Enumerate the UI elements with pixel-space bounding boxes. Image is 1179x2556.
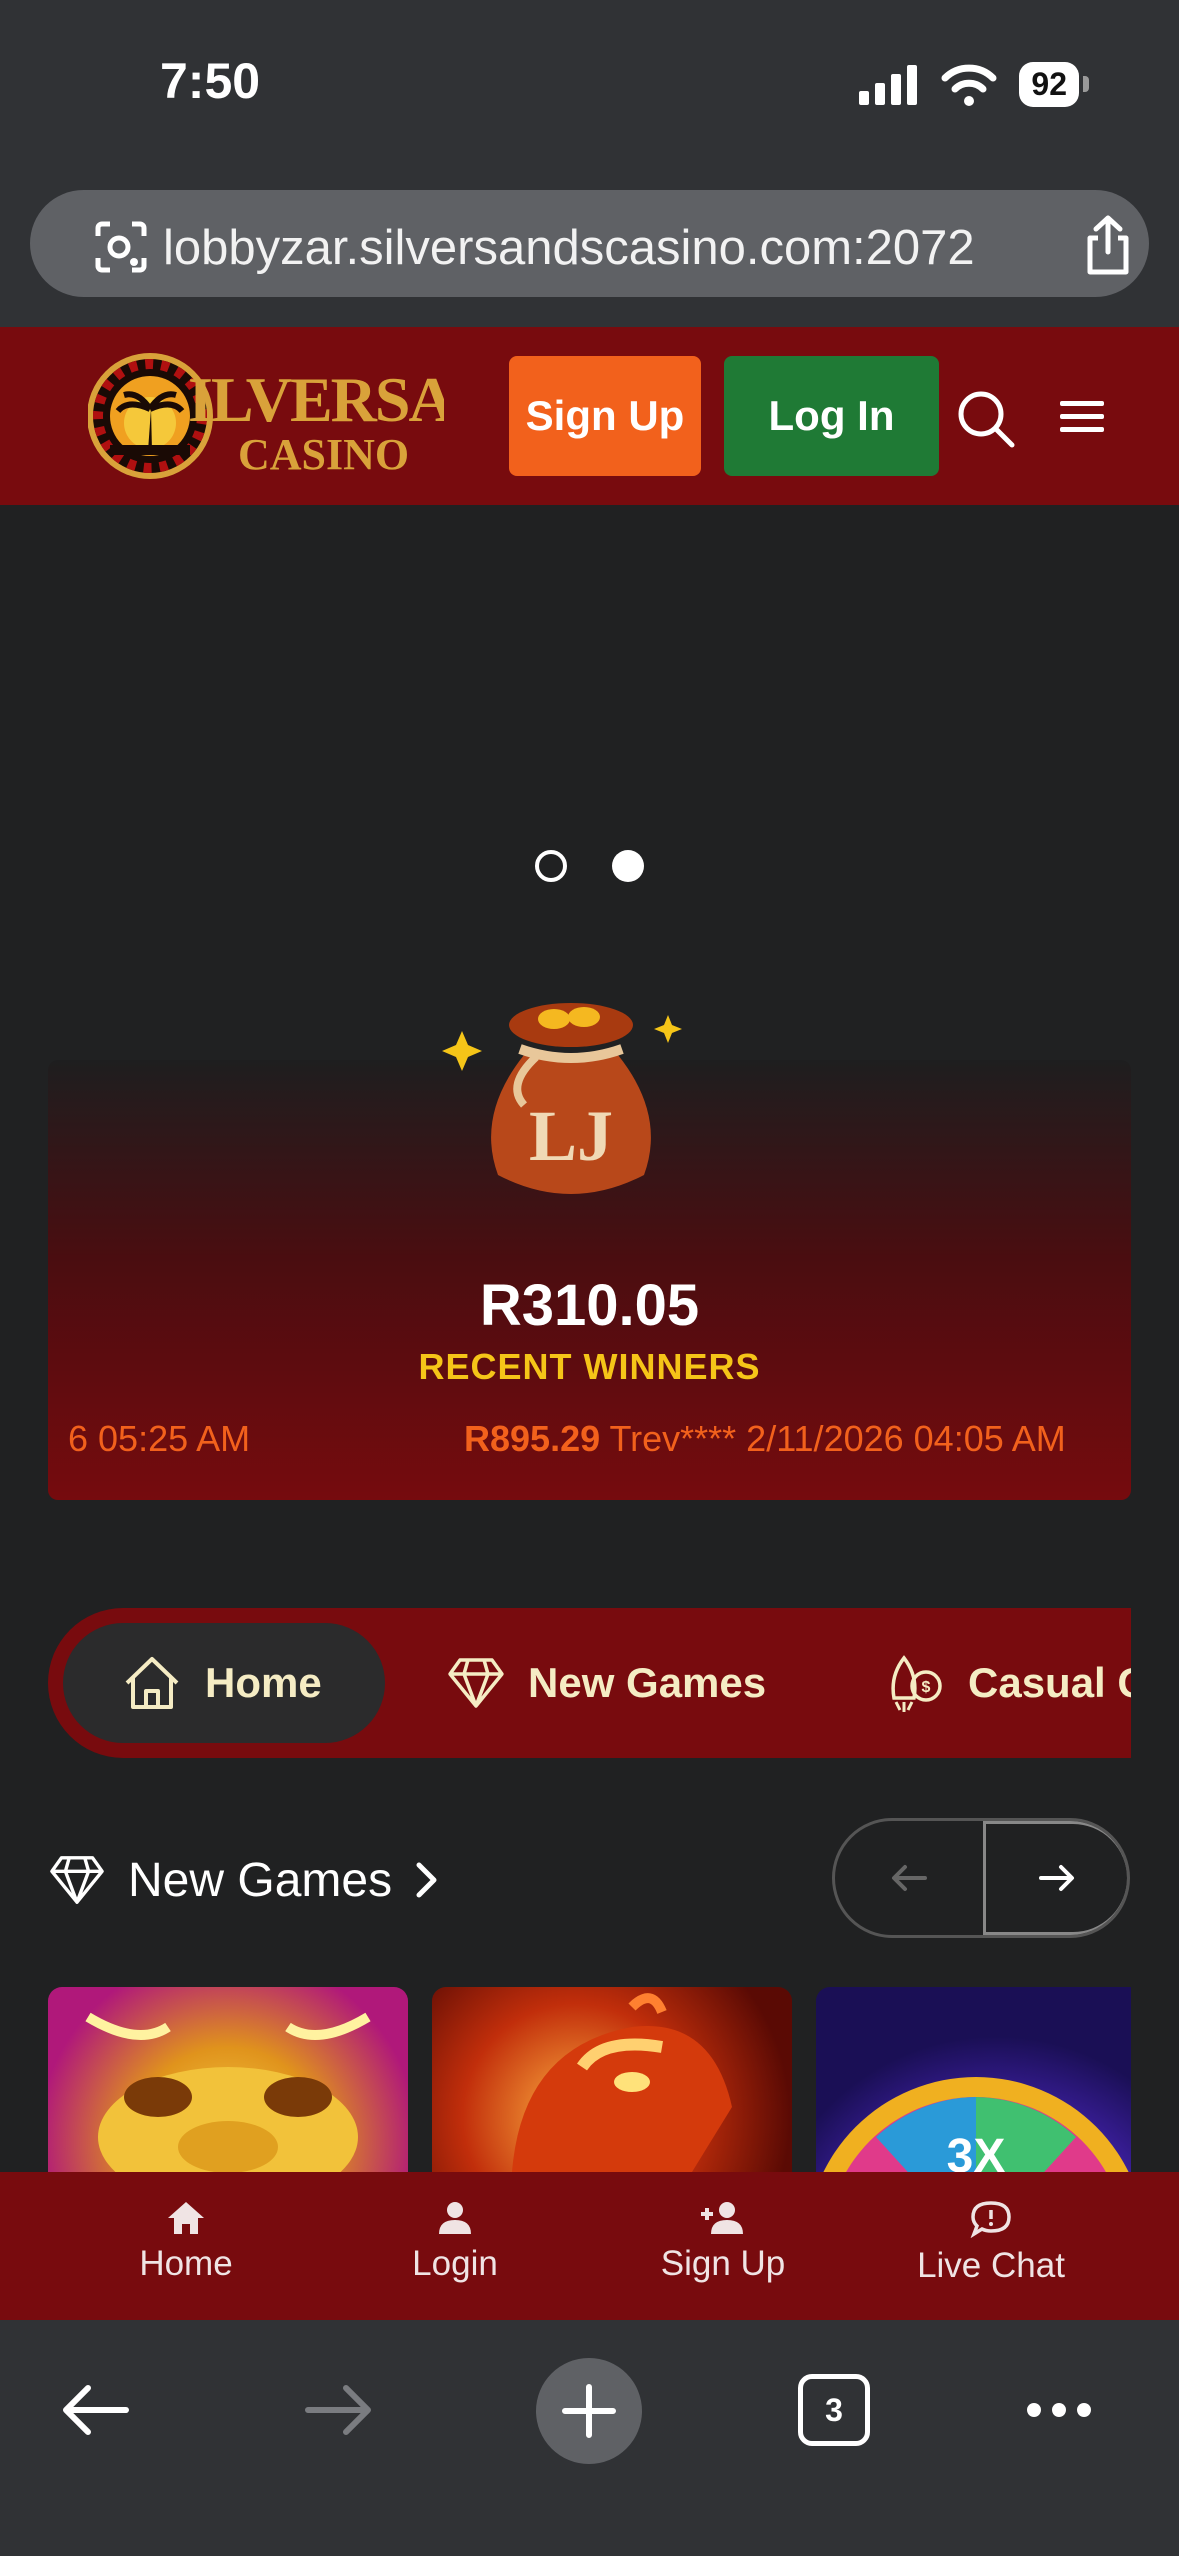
- new-games-list: 3X: [48, 1987, 1131, 2172]
- carousel-dot-2-active[interactable]: [612, 850, 644, 882]
- category-tabs: Home New Games $ Casual G: [48, 1608, 1131, 1758]
- winner-amount: R310.05: [479, 1273, 700, 1338]
- chat-bubble-icon: [970, 2201, 1011, 2238]
- tab-new-games-label: New Games: [528, 1659, 767, 1706]
- game-tile[interactable]: 3X: [816, 1987, 1131, 2172]
- add-user-icon: [701, 2202, 743, 2234]
- diamond-icon: [50, 1856, 104, 1904]
- signup-button[interactable]: Sign Up: [509, 356, 701, 476]
- next-button[interactable]: [983, 1821, 1127, 1935]
- carousel-dot-1[interactable]: [535, 850, 567, 882]
- status-icons: 92: [859, 62, 1089, 107]
- arrow-right-icon: [1038, 1865, 1074, 1891]
- wifi-icon: [941, 64, 997, 106]
- signal-icon: [859, 64, 918, 105]
- status-bar: 7:50 92: [0, 0, 1179, 175]
- diamond-icon: [448, 1658, 504, 1708]
- rocket-coin-icon: $: [891, 1655, 942, 1712]
- url-text[interactable]: lobbyzar.silversandscasino.com:2072: [163, 220, 975, 276]
- golden-dragon-art: [85, 2012, 371, 2172]
- status-time: 7:50: [160, 53, 261, 109]
- new-tab-button[interactable]: [536, 2358, 642, 2464]
- battery-indicator: 92: [1019, 62, 1089, 107]
- chevron-right-icon[interactable]: [414, 1860, 440, 1900]
- site-bottom-nav: Home Login Sign Up Live Chat: [0, 2172, 1179, 2320]
- svg-text:$: $: [922, 1679, 931, 1696]
- previous-button[interactable]: [835, 1821, 983, 1935]
- share-icon[interactable]: [1080, 214, 1136, 276]
- nav-login-label: Login: [412, 2244, 498, 2283]
- svg-text:ILVERSANDS: ILVERSANDS: [188, 364, 444, 435]
- forward-arrow-icon[interactable]: [304, 2382, 376, 2438]
- game-tile[interactable]: [432, 1987, 792, 2172]
- site-header: ILVERSANDS CASINO Sign Up Log In: [0, 327, 1179, 505]
- url-bar[interactable]: lobbyzar.silversandscasino.com:2072: [30, 190, 1149, 297]
- tab-casual-games[interactable]: $ Casual G: [884, 1623, 1131, 1743]
- nav-home[interactable]: Home: [61, 2200, 311, 2284]
- hamburger-menu-icon[interactable]: [1058, 397, 1108, 437]
- ticker-entry: R895.29 Trev**** 2/11/2026 04:05 AM: [464, 1418, 1066, 1460]
- winners-ticker: 6 05:25 AM R895.29 Trev**** 2/11/2026 04…: [68, 1418, 1128, 1468]
- svg-text:CASINO: CASINO: [238, 430, 409, 479]
- tab-new-games[interactable]: New Games: [446, 1623, 766, 1743]
- tab-home[interactable]: Home: [63, 1623, 385, 1743]
- tab-home-label: Home: [205, 1659, 322, 1706]
- game-tile[interactable]: [48, 1987, 408, 2172]
- nav-signup[interactable]: Sign Up: [598, 2200, 848, 2284]
- user-icon: [439, 2202, 471, 2234]
- recent-winners-label: RECENT WINNERS: [418, 1346, 761, 1387]
- silversands-logo[interactable]: ILVERSANDS CASINO: [88, 351, 444, 481]
- nav-login[interactable]: Login: [330, 2200, 580, 2284]
- nav-live-chat-label: Live Chat: [917, 2246, 1065, 2285]
- plus-icon: [562, 2384, 616, 2438]
- tab-casual-games-label: Casual G: [968, 1659, 1131, 1706]
- home-icon: [168, 2202, 204, 2234]
- login-button[interactable]: Log In: [724, 356, 939, 476]
- search-icon[interactable]: [956, 389, 1016, 449]
- arrow-left-icon: [892, 1865, 927, 1891]
- banner-carousel[interactable]: [0, 505, 1179, 965]
- nav-home-label: Home: [139, 2244, 233, 2283]
- new-games-section-header[interactable]: New Games: [48, 1845, 440, 1915]
- fire-horse-art: [512, 1993, 732, 2172]
- games-carousel-nav: [832, 1818, 1130, 1938]
- section-title[interactable]: New Games: [128, 1853, 392, 1908]
- ticker-details: Trev**** 2/11/2026 04:05 AM: [600, 1418, 1066, 1459]
- bag-letters: LJ: [529, 1096, 613, 1176]
- prize-wheel-art: 3X: [823, 2077, 1129, 2172]
- tab-switcher-button[interactable]: 3: [798, 2374, 870, 2446]
- svg-text:3X: 3X: [947, 2130, 1006, 2172]
- nav-live-chat[interactable]: Live Chat: [866, 2200, 1116, 2286]
- ticker-amount: R895.29: [464, 1418, 601, 1459]
- more-options-icon[interactable]: [1024, 2400, 1094, 2420]
- browser-url-area: lobbyzar.silversandscasino.com:2072: [0, 175, 1179, 327]
- ticker-entry-previous: 6 05:25 AM: [68, 1418, 251, 1459]
- back-arrow-icon[interactable]: [58, 2382, 130, 2438]
- house-icon: [125, 1657, 179, 1709]
- page-lens-icon[interactable]: [92, 218, 150, 276]
- nav-signup-label: Sign Up: [660, 2244, 786, 2283]
- browser-toolbar: 3: [0, 2320, 1179, 2556]
- money-bag-icon: LJ: [442, 1003, 682, 1194]
